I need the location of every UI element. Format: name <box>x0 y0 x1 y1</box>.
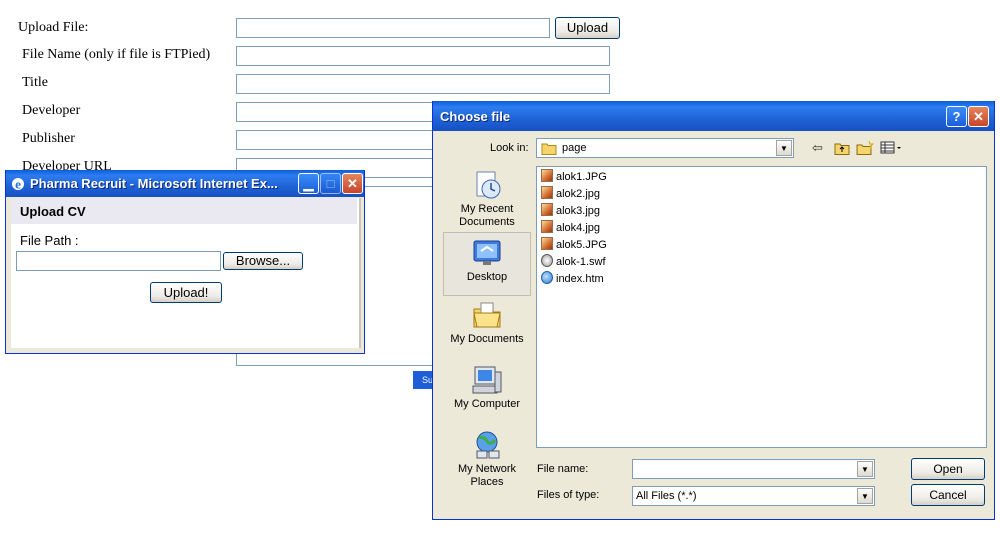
jpg-file-icon <box>541 169 553 182</box>
htm-file-icon <box>541 271 553 284</box>
file-path-input[interactable] <box>16 251 221 271</box>
file-item[interactable]: index.htm <box>541 271 604 287</box>
file-name-combo[interactable]: ▼ <box>632 459 875 479</box>
files-of-type-value: All Files (*.*) <box>636 490 697 502</box>
file-item[interactable]: alok-1.swf <box>541 254 606 270</box>
title-input[interactable] <box>236 74 610 94</box>
place-my-documents[interactable]: My Documents <box>443 299 531 346</box>
jpg-file-icon <box>541 203 553 216</box>
cancel-button[interactable]: Cancel <box>911 484 985 506</box>
dialog-title-bar[interactable]: Choose file ? ✕ <box>433 101 994 131</box>
folder-icon <box>541 141 557 160</box>
my-documents-icon <box>471 299 503 331</box>
files-of-type-combo[interactable]: All Files (*.*) ▼ <box>632 486 875 506</box>
ie-popup-window: e Pharma Recruit - Microsoft Internet Ex… <box>5 170 365 354</box>
place-network-places[interactable]: My Network Places <box>443 429 531 489</box>
my-computer-icon <box>471 364 503 396</box>
close-icon: ✕ <box>347 176 358 191</box>
dialog-title: Choose file <box>440 109 511 124</box>
place-recent-documents[interactable]: My Recent Documents <box>443 169 531 229</box>
file-item[interactable]: alok5.JPG <box>541 237 607 253</box>
title-label: Title <box>22 75 48 90</box>
open-button[interactable]: Open <box>911 458 985 480</box>
ie-title-bar[interactable]: e Pharma Recruit - Microsoft Internet Ex… <box>6 170 364 197</box>
file-item[interactable]: alok3.jpg <box>541 203 600 219</box>
chevron-down-icon[interactable]: ▼ <box>776 140 792 156</box>
upload-cv-button[interactable]: Upload! <box>150 282 222 303</box>
close-icon: ✕ <box>973 109 984 124</box>
maximize-icon: □ <box>326 176 335 191</box>
look-in-combo[interactable]: page ▼ <box>536 138 794 158</box>
svg-text:e: e <box>15 177 21 192</box>
minimize-button[interactable]: ▁ <box>298 173 319 194</box>
recent-documents-icon <box>471 169 503 201</box>
developer-label: Developer <box>22 103 81 118</box>
file-item[interactable]: alok4.jpg <box>541 220 600 236</box>
file-path-label: File Path : <box>20 233 79 248</box>
jpg-file-icon <box>541 220 553 233</box>
file-item[interactable]: alok1.JPG <box>541 169 607 185</box>
place-label: My Documents <box>450 333 524 345</box>
upload-cv-title: Upload CV <box>20 204 86 219</box>
swf-file-icon <box>541 254 553 267</box>
place-label: Desktop <box>466 271 508 283</box>
help-icon: ? <box>952 109 961 124</box>
ie-window-title: Pharma Recruit - Microsoft Internet Ex..… <box>30 176 278 191</box>
file-name-label: File Name (only if file is FTPied) <box>22 47 211 62</box>
upload-file-label: Upload File: <box>18 20 89 35</box>
jpg-file-icon <box>541 237 553 250</box>
place-label: My Recent Documents <box>459 203 515 228</box>
back-arrow-icon[interactable]: ⇦ <box>812 141 823 156</box>
place-label: My Computer <box>453 398 521 410</box>
up-folder-icon[interactable] <box>834 141 850 159</box>
desktop-icon <box>471 237 503 269</box>
jpg-file-icon <box>541 186 553 199</box>
view-menu-icon[interactable] <box>880 141 902 159</box>
place-desktop[interactable]: Desktop <box>443 232 531 296</box>
file-item[interactable]: alok2.jpg <box>541 186 600 202</box>
choose-file-dialog: Choose file ? ✕ Look in: page ▼ ⇦ My Rec… <box>432 101 995 520</box>
dialog-close-button[interactable]: ✕ <box>968 106 989 127</box>
upload-cv-header: Upload CV <box>11 198 357 224</box>
file-list[interactable]: alok1.JPG alok2.jpg alok3.jpg alok4.jpg … <box>536 166 987 448</box>
browse-button[interactable]: Browse... <box>223 252 303 270</box>
publisher-label: Publisher <box>22 131 75 146</box>
upload-button[interactable]: Upload <box>555 17 620 39</box>
files-of-type-label: Files of type: <box>537 489 600 501</box>
minimize-icon: ▁ <box>303 176 314 191</box>
maximize-button: □ <box>320 173 341 194</box>
place-my-computer[interactable]: My Computer <box>443 364 531 411</box>
network-places-icon <box>471 429 503 461</box>
place-label: My Network Places <box>457 463 517 488</box>
upload-file-input[interactable] <box>236 18 550 38</box>
file-name-input[interactable] <box>236 46 610 66</box>
chevron-down-icon[interactable]: ▼ <box>857 461 873 477</box>
ie-close-button[interactable]: ✕ <box>342 173 363 194</box>
help-button[interactable]: ? <box>946 106 967 127</box>
new-folder-icon[interactable] <box>856 140 875 159</box>
ie-content-area: Upload CV File Path : Browse... Upload! <box>11 198 361 348</box>
file-name-label: File name: <box>537 463 589 475</box>
look-in-value: page <box>562 142 587 154</box>
ie-logo-icon: e <box>12 177 24 192</box>
chevron-down-icon[interactable]: ▼ <box>857 488 873 504</box>
look-in-label: Look in: <box>490 142 529 154</box>
